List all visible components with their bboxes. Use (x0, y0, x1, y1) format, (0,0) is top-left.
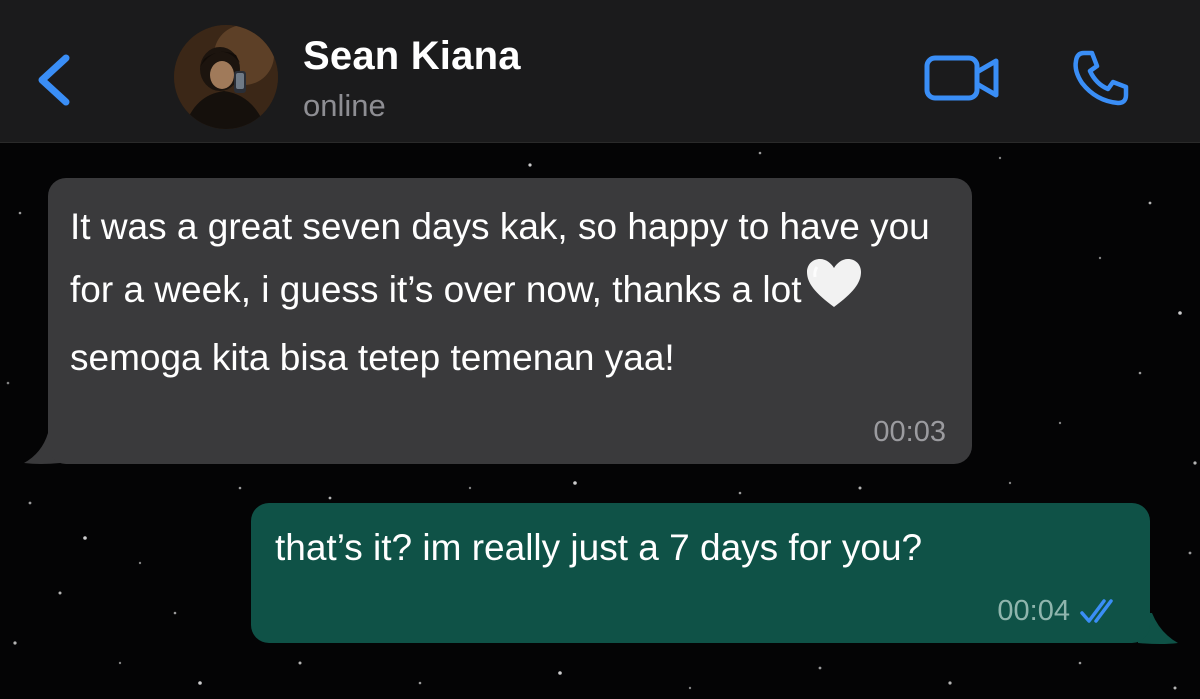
message-text-part: semoga kita bisa tetep temenan yaa! (70, 337, 675, 378)
chat-screen: Sean Kiana online It was a great seven d… (0, 0, 1200, 699)
outgoing-message-text: that’s it? im really just a 7 days for y… (275, 527, 923, 568)
white-heart-icon (805, 257, 863, 327)
message-timestamp: 00:04 (997, 595, 1070, 627)
video-call-button[interactable] (922, 50, 1002, 106)
chat-messages[interactable]: It was a great seven days kak, so happy … (0, 143, 1200, 699)
contact-status: online (303, 88, 386, 123)
back-button[interactable] (30, 48, 82, 112)
message-text-part: It was a great seven days kak, so happy … (70, 206, 930, 310)
incoming-message-bubble[interactable]: It was a great seven days kak, so happy … (48, 178, 972, 464)
outgoing-message-bubble[interactable]: that’s it? im really just a 7 days for y… (251, 503, 1150, 643)
incoming-message-text: It was a great seven days kak, so happy … (70, 196, 950, 388)
double-check-icon (1080, 599, 1113, 623)
chevron-left-icon (38, 54, 70, 106)
chat-header: Sean Kiana online (0, 0, 1200, 143)
contact-name[interactable]: Sean Kiana (303, 34, 521, 79)
contact-avatar[interactable] (174, 25, 278, 129)
video-camera-icon (924, 55, 999, 101)
phone-icon (1073, 50, 1129, 106)
voice-call-button[interactable] (1070, 47, 1132, 109)
avatar-photo (174, 25, 278, 129)
message-timestamp: 00:03 (873, 416, 946, 448)
